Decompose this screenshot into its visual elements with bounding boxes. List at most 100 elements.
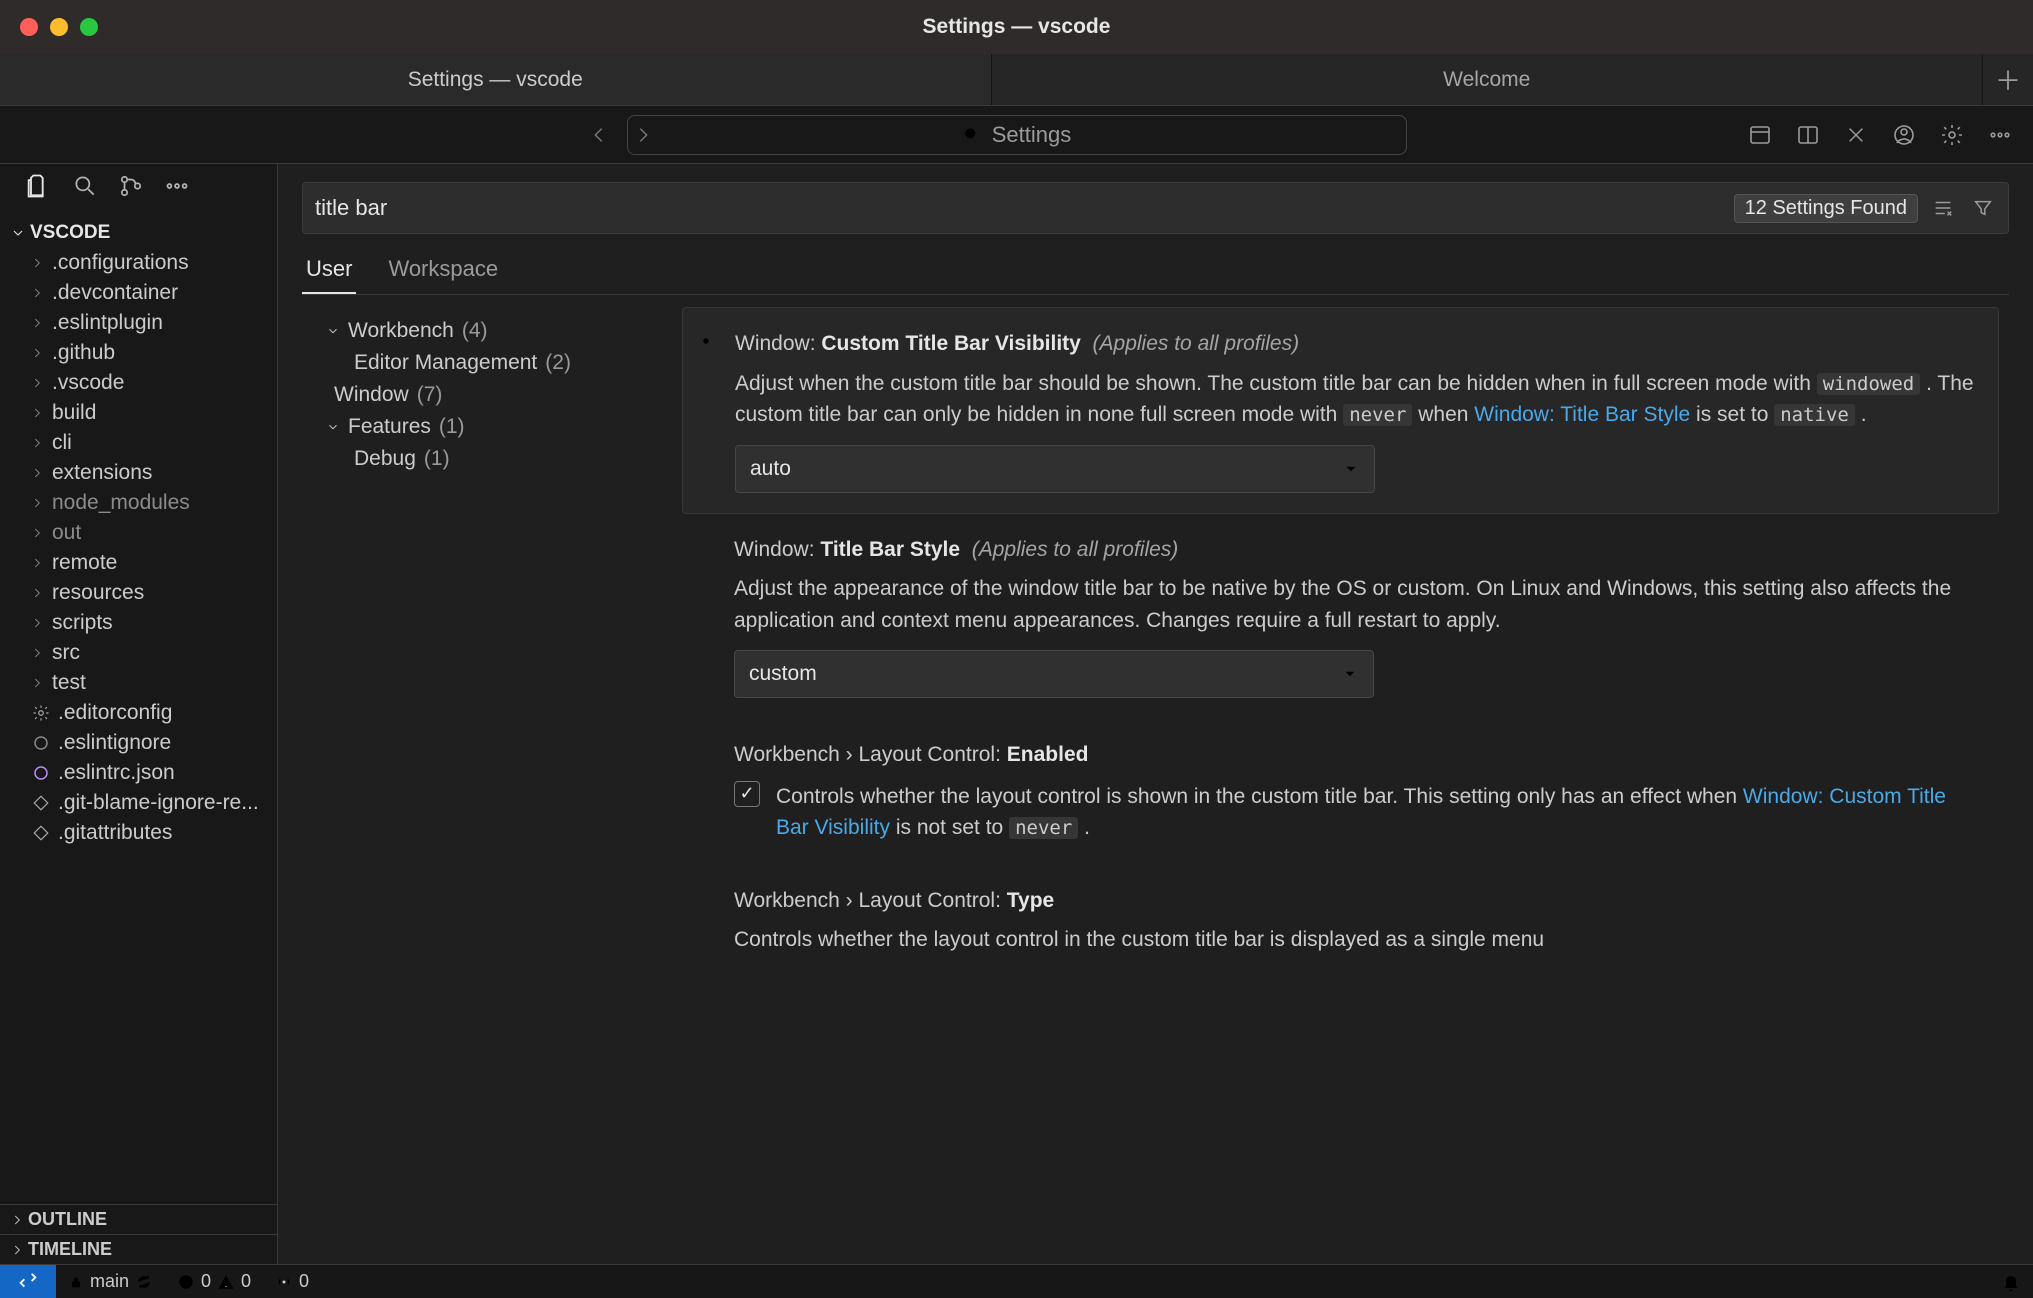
folder-item[interactable]: remote (0, 548, 277, 578)
toc-subitem[interactable]: Editor Management (2) (302, 347, 682, 379)
error-count: 0 (201, 1271, 211, 1292)
folder-item[interactable]: .configurations (0, 248, 277, 278)
folder-label: .configurations (52, 251, 189, 275)
file-item[interactable]: .git-blame-ignore-re... (0, 788, 277, 818)
broadcast-icon (275, 1273, 293, 1291)
clear-search-icon[interactable] (1928, 193, 1958, 223)
file-item[interactable]: .eslintrc.json (0, 758, 277, 788)
timeline-section[interactable]: TIMELINE (0, 1234, 277, 1264)
nav-back-button[interactable] (580, 116, 618, 154)
folder-label: resources (52, 581, 144, 605)
folder-item[interactable]: scripts (0, 608, 277, 638)
setting-select[interactable]: auto (735, 445, 1375, 493)
setting-link[interactable]: Window: Title Bar Style (1474, 403, 1690, 426)
folder-item[interactable]: .eslintplugin (0, 308, 277, 338)
setting-name: Custom Title Bar Visibility (821, 332, 1080, 355)
setting-scope: Window: (735, 332, 816, 355)
tab-welcome[interactable]: Welcome (992, 54, 1984, 105)
search-panel-icon[interactable] (72, 173, 98, 199)
folder-item[interactable]: out (0, 518, 277, 548)
manage-gear-icon[interactable] (1937, 120, 1967, 150)
zoom-window-button[interactable] (80, 18, 98, 36)
ports-count: 0 (299, 1271, 309, 1292)
folder-item[interactable]: resources (0, 578, 277, 608)
folder-item[interactable]: .devcontainer (0, 278, 277, 308)
setting-gear-icon[interactable] (695, 330, 717, 352)
remote-indicator[interactable] (0, 1265, 56, 1298)
explorer-icon[interactable] (24, 172, 52, 200)
outline-section[interactable]: OUTLINE (0, 1204, 277, 1234)
filter-icon[interactable] (1968, 193, 1998, 223)
warning-count: 0 (241, 1271, 251, 1292)
toc-label: Features (348, 415, 431, 439)
file-item[interactable]: .eslintignore (0, 728, 277, 758)
folder-item[interactable]: build (0, 398, 277, 428)
tab-label: Settings — vscode (408, 68, 583, 92)
close-editor-icon[interactable] (1841, 120, 1871, 150)
folder-item[interactable]: node_modules (0, 488, 277, 518)
chevron-down-icon (1341, 665, 1359, 683)
new-tab-button[interactable]: ＋ (1983, 54, 2033, 105)
setting-note: (Applies to all profiles) (972, 538, 1179, 561)
scope-workspace[interactable]: Workspace (384, 248, 502, 294)
command-center[interactable]: Settings (627, 115, 1407, 155)
close-window-button[interactable] (20, 18, 38, 36)
chevron-down-icon (1342, 460, 1360, 478)
folder-item[interactable]: src (0, 638, 277, 668)
setting-checkbox[interactable] (734, 781, 760, 807)
toc-count: (1) (439, 415, 465, 439)
file-item[interactable]: .editorconfig (0, 698, 277, 728)
folder-item[interactable]: cli (0, 428, 277, 458)
chevron-down-icon (10, 225, 26, 241)
code-literal: native (1774, 404, 1855, 426)
chevron-right-icon (10, 1243, 24, 1257)
setting-layout-control-enabled: Workbench › Layout Control: Enabled Cont… (682, 719, 1999, 865)
accounts-icon[interactable] (1889, 120, 1919, 150)
file-icon (30, 794, 52, 812)
workspace-root-label: VSCODE (30, 222, 110, 244)
window-controls (20, 18, 98, 36)
tab-settings[interactable]: Settings — vscode (0, 54, 992, 105)
ports-status[interactable]: 0 (263, 1271, 321, 1292)
layout-toggle-icon[interactable] (1745, 120, 1775, 150)
workspace-root[interactable]: VSCODE (0, 218, 277, 248)
sync-icon (135, 1273, 153, 1291)
file-label: .eslintrc.json (58, 761, 175, 785)
chevron-right-icon (28, 316, 46, 330)
file-item[interactable]: .gitattributes (0, 818, 277, 848)
chevron-down-icon (326, 324, 340, 338)
toc-item[interactable]: Window (7) (302, 379, 682, 411)
notifications-button[interactable] (1989, 1272, 2033, 1292)
scope-user[interactable]: User (302, 248, 356, 294)
settings-editor: 12 Settings Found User Workspace Workben… (278, 164, 2033, 1264)
settings-list[interactable]: Window: Custom Title Bar Visibility (App… (682, 307, 2009, 1264)
folder-label: src (52, 641, 80, 665)
setting-select[interactable]: custom (734, 650, 1374, 698)
results-count-badge: 12 Settings Found (1734, 194, 1918, 223)
status-bar: main 0 0 0 (0, 1264, 2033, 1298)
toc-item[interactable]: Workbench (4) (302, 315, 682, 347)
explorer-sidebar: VSCODE .configurations.devcontainer.esli… (0, 164, 278, 1264)
chevron-right-icon (28, 646, 46, 660)
toc-subitem[interactable]: Debug (1) (302, 443, 682, 475)
chevron-right-icon (10, 1213, 24, 1227)
minimize-window-button[interactable] (50, 18, 68, 36)
folder-item[interactable]: test (0, 668, 277, 698)
setting-layout-control-type: Workbench › Layout Control: Type Control… (682, 865, 1999, 977)
branch-name: main (90, 1271, 129, 1292)
settings-search[interactable]: 12 Settings Found (302, 182, 2009, 234)
folder-item[interactable]: .github (0, 338, 277, 368)
chevron-right-icon (28, 286, 46, 300)
problems-status[interactable]: 0 0 (165, 1271, 263, 1292)
settings-search-input[interactable] (313, 194, 1724, 222)
split-editor-icon[interactable] (1793, 120, 1823, 150)
toc-item[interactable]: Features (1) (302, 411, 682, 443)
folder-item[interactable]: .vscode (0, 368, 277, 398)
folder-label: remote (52, 551, 117, 575)
more-actions-icon[interactable] (1985, 120, 2015, 150)
more-views-icon[interactable] (164, 173, 190, 199)
git-branch-status[interactable]: main (56, 1271, 165, 1292)
source-control-icon[interactable] (118, 173, 144, 199)
folder-item[interactable]: extensions (0, 458, 277, 488)
window-title: Settings — vscode (0, 15, 2033, 39)
